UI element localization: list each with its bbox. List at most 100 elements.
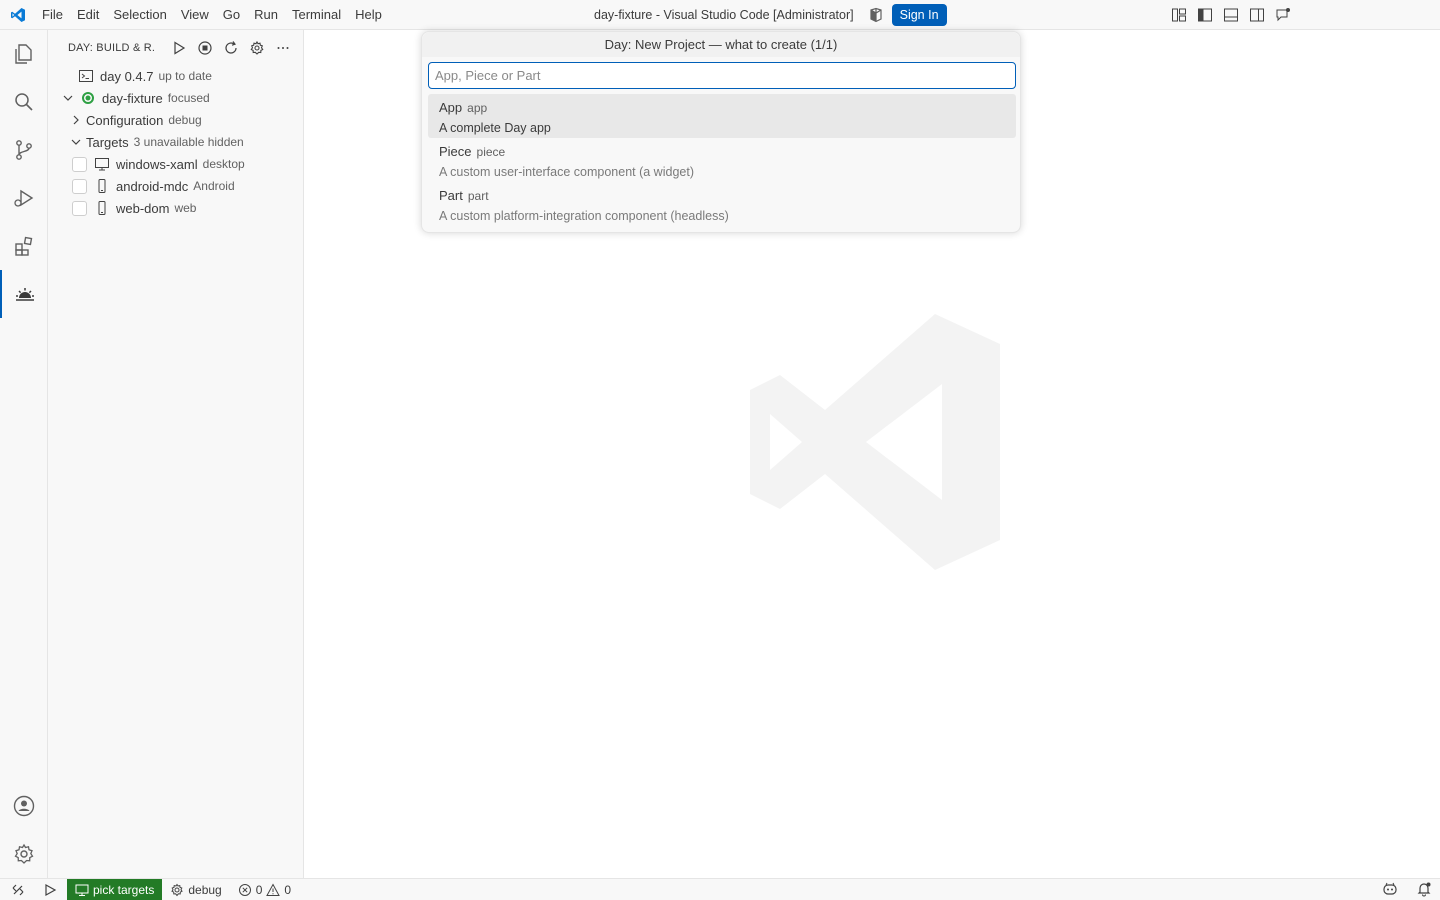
pick-targets-label: pick targets [93, 882, 155, 897]
day-sunrise-icon[interactable] [0, 270, 48, 318]
stop-icon[interactable] [194, 37, 216, 59]
item-detail: A complete Day app [439, 121, 551, 135]
menu-help[interactable]: Help [348, 0, 389, 30]
menu-edit[interactable]: Edit [70, 0, 106, 30]
status-bar: pick targets debug 0 0 [0, 878, 1440, 900]
target-checkbox[interactable] [72, 156, 87, 172]
quick-pick-input[interactable] [428, 62, 1016, 89]
configuration-status[interactable]: debug [162, 879, 229, 900]
item-detail: A custom user-interface component (a wid… [439, 165, 694, 179]
menu-terminal[interactable]: Terminal [285, 0, 348, 30]
item-label: Part [439, 188, 463, 203]
menu-run[interactable]: Run [247, 0, 285, 30]
target-checkbox[interactable] [72, 178, 87, 194]
target-row-web-dom[interactable]: web-dom web [48, 197, 303, 219]
refresh-icon[interactable] [220, 37, 242, 59]
target-label: android-mdc [116, 178, 189, 194]
remote-icon[interactable] [0, 879, 33, 900]
sign-in-button[interactable]: Sign In [891, 4, 947, 26]
accounts-icon[interactable] [0, 782, 48, 830]
run-icon[interactable] [168, 37, 190, 59]
target-label: windows-xaml [116, 156, 198, 172]
sidebar-title: DAY: BUILD & R... [68, 41, 156, 54]
configuration-label: Configuration [86, 112, 164, 128]
target-platform: desktop [202, 157, 245, 171]
customize-layout-icon[interactable] [1170, 6, 1188, 24]
pick-targets-button[interactable]: pick targets [67, 878, 163, 900]
vscode-watermark-icon [750, 314, 1000, 573]
status-bar-right [1382, 879, 1432, 900]
tree-row-tool[interactable]: day 0.4.7 up to date [48, 65, 303, 87]
quick-pick-item-piece[interactable]: Piece piece A custom user-interface compo… [428, 138, 1016, 182]
copilot-status-icon[interactable] [1382, 881, 1398, 900]
chevron-right-icon [68, 112, 84, 128]
notifications-bell-icon[interactable] [1416, 881, 1432, 900]
menu-view[interactable]: View [174, 0, 216, 30]
project-status: focused [167, 91, 210, 105]
layout-controls [1170, 0, 1292, 30]
day-sidebar: DAY: BUILD & R... day 0.4.7 up to date d… [48, 30, 304, 878]
window-title: day-fixture - Visual Studio Code [Admini… [594, 8, 854, 22]
menu-bar: File Edit Selection View Go Run Terminal… [35, 0, 389, 30]
running-status-icon [80, 90, 96, 106]
item-label: Piece [439, 144, 472, 159]
target-row-windows-xaml[interactable]: windows-xaml desktop [48, 153, 303, 175]
vscode-logo-icon [0, 0, 35, 30]
item-label: App [439, 100, 463, 115]
extensions-icon[interactable] [0, 222, 48, 270]
toggle-panel-icon[interactable] [1222, 6, 1240, 24]
toggle-primary-sidebar-icon[interactable] [1196, 6, 1214, 24]
menu-selection[interactable]: Selection [106, 0, 173, 30]
targets-label: Targets [86, 134, 129, 150]
targets-hidden-count: 3 unavailable hidden [133, 135, 244, 149]
terminal-icon [78, 68, 94, 84]
copilot-icon[interactable] [866, 5, 886, 25]
quick-pick-title: Day: New Project — what to create (1/1) [422, 32, 1020, 57]
sidebar-header: DAY: BUILD & R... [48, 30, 303, 65]
configuration-value: debug [168, 113, 202, 127]
run-status-icon[interactable] [33, 879, 67, 900]
source-control-icon[interactable] [0, 126, 48, 174]
window-title-area: day-fixture - Visual Studio Code [Admini… [594, 0, 947, 30]
chevron-down-icon [60, 90, 76, 106]
target-checkbox[interactable] [72, 200, 87, 216]
explorer-icon[interactable] [0, 30, 48, 78]
manage-gear-icon[interactable] [0, 830, 48, 878]
toggle-secondary-sidebar-icon[interactable] [1248, 6, 1266, 24]
warning-icon [266, 882, 281, 896]
gear-icon [171, 883, 184, 896]
item-id: piece [476, 145, 506, 159]
tool-status: up to date [158, 69, 212, 83]
chevron-down-icon [68, 134, 84, 150]
sidebar-actions [168, 37, 294, 59]
desktop-icon [94, 156, 110, 172]
more-actions-icon[interactable] [272, 37, 294, 59]
activity-bar [0, 30, 48, 878]
warning-count: 0 [284, 882, 292, 897]
tree-row-project[interactable]: day-fixture focused [48, 87, 303, 109]
tool-label: day 0.4.7 [100, 68, 154, 84]
chat-icon[interactable] [1274, 6, 1292, 24]
item-detail: A custom platform-integration component … [439, 209, 729, 223]
tree-row-configuration[interactable]: Configuration debug [48, 109, 303, 131]
phone-icon [94, 178, 110, 194]
quick-pick-item-app[interactable]: App app A complete Day app [428, 94, 1016, 138]
item-id: app [467, 101, 488, 115]
tree-row-targets[interactable]: Targets 3 unavailable hidden [48, 131, 303, 153]
target-label: web-dom [116, 200, 170, 216]
target-row-android-mdc[interactable]: android-mdc Android [48, 175, 303, 197]
problems-status[interactable]: 0 0 [230, 879, 299, 900]
error-icon [238, 883, 251, 896]
search-icon[interactable] [0, 78, 48, 126]
quick-pick-item-part[interactable]: Part part A custom platform-integration c… [428, 182, 1016, 226]
settings-gear-icon[interactable] [246, 37, 268, 59]
run-and-debug-icon[interactable] [0, 174, 48, 222]
menu-file[interactable]: File [35, 0, 70, 30]
project-label: day-fixture [102, 90, 163, 106]
target-platform: Android [193, 179, 235, 193]
menu-go[interactable]: Go [216, 0, 247, 30]
desktop-icon [75, 884, 89, 896]
error-count: 0 [255, 882, 263, 897]
title-bar: File Edit Selection View Go Run Terminal… [0, 0, 1440, 30]
configuration-status-label: debug [188, 882, 222, 897]
